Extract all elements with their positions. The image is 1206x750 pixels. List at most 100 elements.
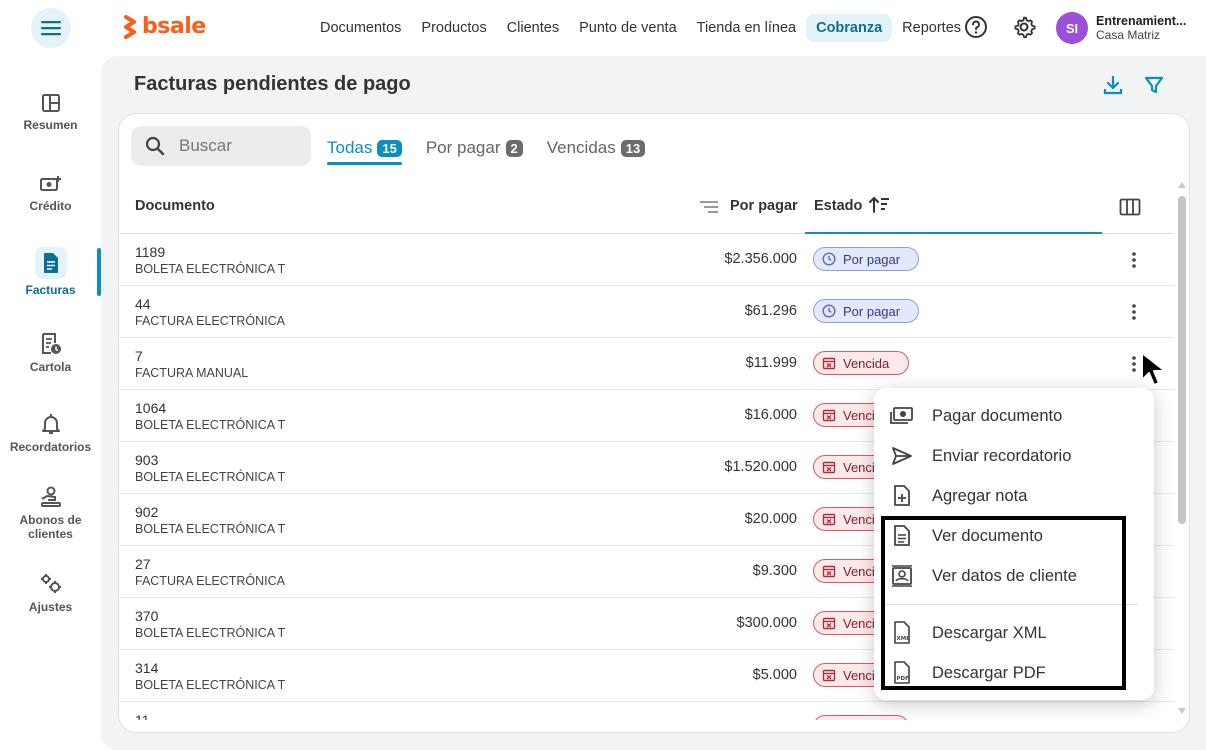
document-lines-icon bbox=[894, 525, 910, 546]
sort-ascending-icon[interactable] bbox=[869, 196, 891, 214]
help-button[interactable] bbox=[963, 14, 989, 40]
columns-icon[interactable] bbox=[1119, 198, 1141, 216]
bell-icon bbox=[41, 414, 60, 434]
menu-item-label: Ver documento bbox=[932, 526, 1043, 545]
sidebar-item-ajustes[interactable]: Ajustes bbox=[0, 572, 101, 614]
sidebar-label-recordatorios: Recordatorios bbox=[9, 440, 92, 454]
calendar-x-icon bbox=[822, 409, 836, 422]
user-branch: Casa Matriz bbox=[1096, 28, 1161, 42]
clock-icon bbox=[822, 252, 836, 266]
menu-item-descargar-pdf[interactable]: PDF Descargar PDF bbox=[890, 653, 1140, 693]
menu-item-pagar[interactable]: Pagar documento bbox=[890, 396, 1140, 436]
svg-text:PDF: PDF bbox=[897, 676, 910, 682]
document-number: 27 bbox=[135, 556, 151, 572]
sidebar-item-cartola[interactable]: Cartola bbox=[0, 332, 101, 374]
sort-lines-icon[interactable] bbox=[699, 200, 719, 214]
amount-due: $2.356.000 bbox=[724, 251, 797, 267]
status-label: Vencida bbox=[843, 720, 889, 721]
menu-item-ver-documento[interactable]: Ver documento bbox=[890, 516, 1140, 556]
download-button[interactable] bbox=[1102, 74, 1124, 101]
document-number: 1189 bbox=[135, 244, 166, 260]
more-vertical-icon bbox=[1132, 252, 1136, 268]
menu-item-recordatorio[interactable]: Enviar recordatorio bbox=[890, 436, 1140, 476]
row-actions-button[interactable] bbox=[1124, 250, 1144, 270]
sidebar-item-recordatorios[interactable]: Recordatorios bbox=[0, 412, 101, 454]
nav-documentos[interactable]: Documentos bbox=[310, 14, 411, 42]
amount-due: $11.999 bbox=[745, 355, 797, 371]
document-number: 370 bbox=[135, 608, 159, 624]
header-documento[interactable]: Documento bbox=[135, 198, 215, 214]
scroll-down-icon[interactable] bbox=[1178, 708, 1186, 714]
nav-clientes[interactable]: Clientes bbox=[497, 14, 569, 42]
scroll-up-icon[interactable] bbox=[1178, 182, 1186, 188]
status-badge: Vencida bbox=[813, 351, 909, 375]
calendar-x-icon bbox=[822, 461, 836, 474]
scroll-thumb[interactable] bbox=[1178, 196, 1186, 524]
table-row[interactable]: 11 Vencida bbox=[119, 702, 1174, 720]
row-actions-button[interactable] bbox=[1124, 718, 1144, 720]
sidebar-label-abonos: Abonos de clientes bbox=[19, 513, 82, 541]
calendar-x-icon bbox=[822, 357, 836, 370]
document-type: BOLETA ELECTRÓNICA T bbox=[135, 522, 286, 536]
status-label: Por pagar bbox=[843, 303, 901, 319]
table-row[interactable]: 7 FACTURA MANUAL $11.999 Vencida bbox=[119, 338, 1174, 390]
statement-clock-icon bbox=[41, 333, 61, 354]
menu-item-label: Pagar documento bbox=[932, 406, 1063, 425]
sidebar-item-credito[interactable]: Crédito bbox=[0, 173, 101, 213]
menu-item-label: Enviar recordatorio bbox=[932, 446, 1072, 465]
sidebar-label-cartola: Cartola bbox=[29, 360, 72, 374]
clock-icon bbox=[822, 304, 836, 318]
tab-vencidas[interactable]: Vencidas 13 bbox=[546, 133, 646, 163]
hamburger-icon bbox=[41, 21, 61, 36]
bsale-logo[interactable]: bsale bbox=[122, 14, 206, 39]
cash-icon bbox=[890, 407, 913, 424]
search-icon bbox=[145, 136, 165, 156]
amount-due: $300.000 bbox=[736, 615, 797, 631]
header-estado[interactable]: Estado bbox=[814, 198, 862, 214]
tab-label: Vencidas bbox=[546, 138, 616, 157]
nav-cobranza[interactable]: Cobranza bbox=[806, 14, 893, 42]
calendar-x-icon bbox=[822, 565, 836, 578]
status-badge: Por pagar bbox=[813, 247, 919, 271]
nav-reportes[interactable]: Reportes bbox=[892, 14, 971, 42]
tab-label: Todas bbox=[327, 138, 373, 157]
header-por-pagar[interactable]: Por pagar bbox=[730, 198, 798, 214]
menu-item-label: Descargar PDF bbox=[932, 663, 1046, 682]
status-badge: Por pagar bbox=[813, 299, 919, 323]
nav-productos[interactable]: Productos bbox=[411, 14, 496, 42]
tab-todas[interactable]: Todas 15 bbox=[327, 133, 402, 165]
tab-por-pagar[interactable]: Por pagar 2 bbox=[426, 133, 523, 163]
menu-item-ver-cliente[interactable]: Ver datos de cliente bbox=[890, 556, 1140, 596]
filter-button[interactable] bbox=[1143, 74, 1165, 101]
table-row[interactable]: 44 FACTURA ELECTRÓNICA $61.296 Por pagar bbox=[119, 286, 1174, 338]
row-actions-button[interactable] bbox=[1124, 302, 1144, 322]
document-type: BOLETA ELECTRÓNICA T bbox=[135, 470, 286, 484]
menu-divider bbox=[882, 604, 1138, 605]
menu-item-label: Agregar nota bbox=[932, 486, 1028, 505]
table-header: Documento Por pagar Estado bbox=[119, 180, 1174, 234]
tab-label: Por pagar bbox=[425, 138, 501, 157]
document-number: 44 bbox=[135, 296, 151, 312]
client-card-icon bbox=[892, 565, 912, 587]
more-vertical-icon bbox=[1132, 304, 1136, 320]
menu-item-descargar-xml[interactable]: XML Descargar XML bbox=[890, 613, 1140, 653]
user-name: Entrenamient... bbox=[1096, 14, 1187, 28]
nav-tienda-en-linea[interactable]: Tienda en línea bbox=[687, 14, 806, 42]
amount-due: $61.296 bbox=[744, 303, 797, 319]
nav-punto-de-venta[interactable]: Punto de venta bbox=[569, 14, 687, 42]
table-row[interactable]: 1189 BOLETA ELECTRÓNICA T $2.356.000 Por pa… bbox=[119, 234, 1174, 286]
search-box[interactable] bbox=[131, 126, 311, 166]
search-input[interactable] bbox=[179, 136, 299, 156]
menu-item-nota[interactable]: Agregar nota bbox=[890, 476, 1140, 516]
amount-due: $9.300 bbox=[752, 563, 797, 579]
user-menu[interactable]: SI Entrenamient... Casa Matriz bbox=[1056, 12, 1194, 44]
document-type: BOLETA ELECTRÓNICA T bbox=[135, 262, 286, 276]
mouse-cursor-icon bbox=[1141, 352, 1166, 386]
sidebar-item-abonos[interactable]: Abonos de clientes bbox=[0, 485, 101, 541]
settings-button[interactable] bbox=[1011, 14, 1037, 40]
menu-button[interactable] bbox=[31, 8, 71, 48]
layout-icon bbox=[41, 94, 60, 112]
sidebar-item-resumen[interactable]: Resumen bbox=[0, 92, 101, 132]
logo-text: bsale bbox=[142, 14, 206, 39]
sidebar-item-facturas[interactable]: Facturas bbox=[0, 247, 101, 297]
